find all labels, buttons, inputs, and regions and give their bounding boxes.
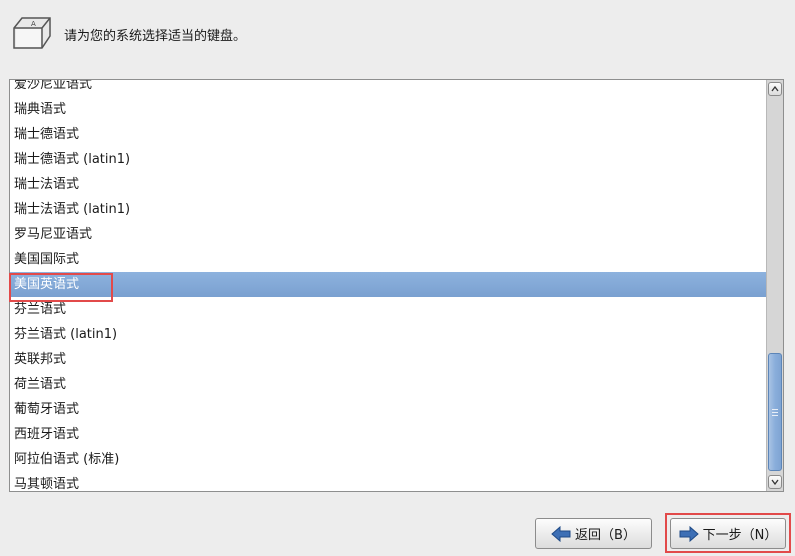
keyboard-icon: A [13, 17, 51, 49]
keyboard-prompt: 请为您的系统选择适当的键盘。 [64, 28, 247, 44]
list-item[interactable]: 美国国际式 [10, 247, 766, 272]
keyboard-list-items: 爱沙尼亚语式 瑞典语式 瑞士德语式 瑞士德语式 (latin1) 瑞士法语式 瑞… [10, 80, 766, 491]
scroll-down-button[interactable] [768, 475, 782, 489]
back-button-label: 返回（B） [575, 528, 636, 543]
list-item[interactable]: 罗马尼亚语式 [10, 222, 766, 247]
svg-text:A: A [31, 20, 36, 28]
list-item[interactable]: 瑞士德语式 (latin1) [10, 147, 766, 172]
list-item[interactable]: 瑞士德语式 [10, 122, 766, 147]
grip-icon [772, 408, 778, 416]
list-item[interactable]: 瑞典语式 [10, 97, 766, 122]
chevron-up-icon [771, 86, 779, 92]
list-item[interactable]: 芬兰语式 [10, 297, 766, 322]
list-item[interactable]: 英联邦式 [10, 347, 766, 372]
next-highlight-box [665, 513, 791, 553]
selection-highlight-box [9, 273, 113, 302]
scroll-up-button[interactable] [768, 82, 782, 96]
list-item[interactable]: 瑞士法语式 [10, 172, 766, 197]
list-item[interactable]: 西班牙语式 [10, 422, 766, 447]
list-item[interactable]: 荷兰语式 [10, 372, 766, 397]
list-item[interactable]: 马其顿语式 [10, 472, 766, 491]
list-item-selected[interactable]: 美国英语式 [10, 272, 766, 297]
back-button[interactable]: 返回（B） [535, 518, 652, 549]
list-item[interactable]: 阿拉伯语式 (标准) [10, 447, 766, 472]
list-item[interactable]: 爱沙尼亚语式 [10, 80, 766, 97]
list-item[interactable]: 芬兰语式 (latin1) [10, 322, 766, 347]
keyboard-list[interactable]: 爱沙尼亚语式 瑞典语式 瑞士德语式 瑞士德语式 (latin1) 瑞士法语式 瑞… [9, 79, 784, 492]
header: A 请为您的系统选择适当的键盘。 [10, 14, 246, 54]
arrow-left-icon [551, 525, 571, 542]
list-item[interactable]: 葡萄牙语式 [10, 397, 766, 422]
vertical-scrollbar[interactable] [766, 80, 783, 491]
chevron-down-icon [771, 479, 779, 485]
scrollbar-thumb[interactable] [768, 353, 782, 471]
list-item[interactable]: 瑞士法语式 (latin1) [10, 197, 766, 222]
